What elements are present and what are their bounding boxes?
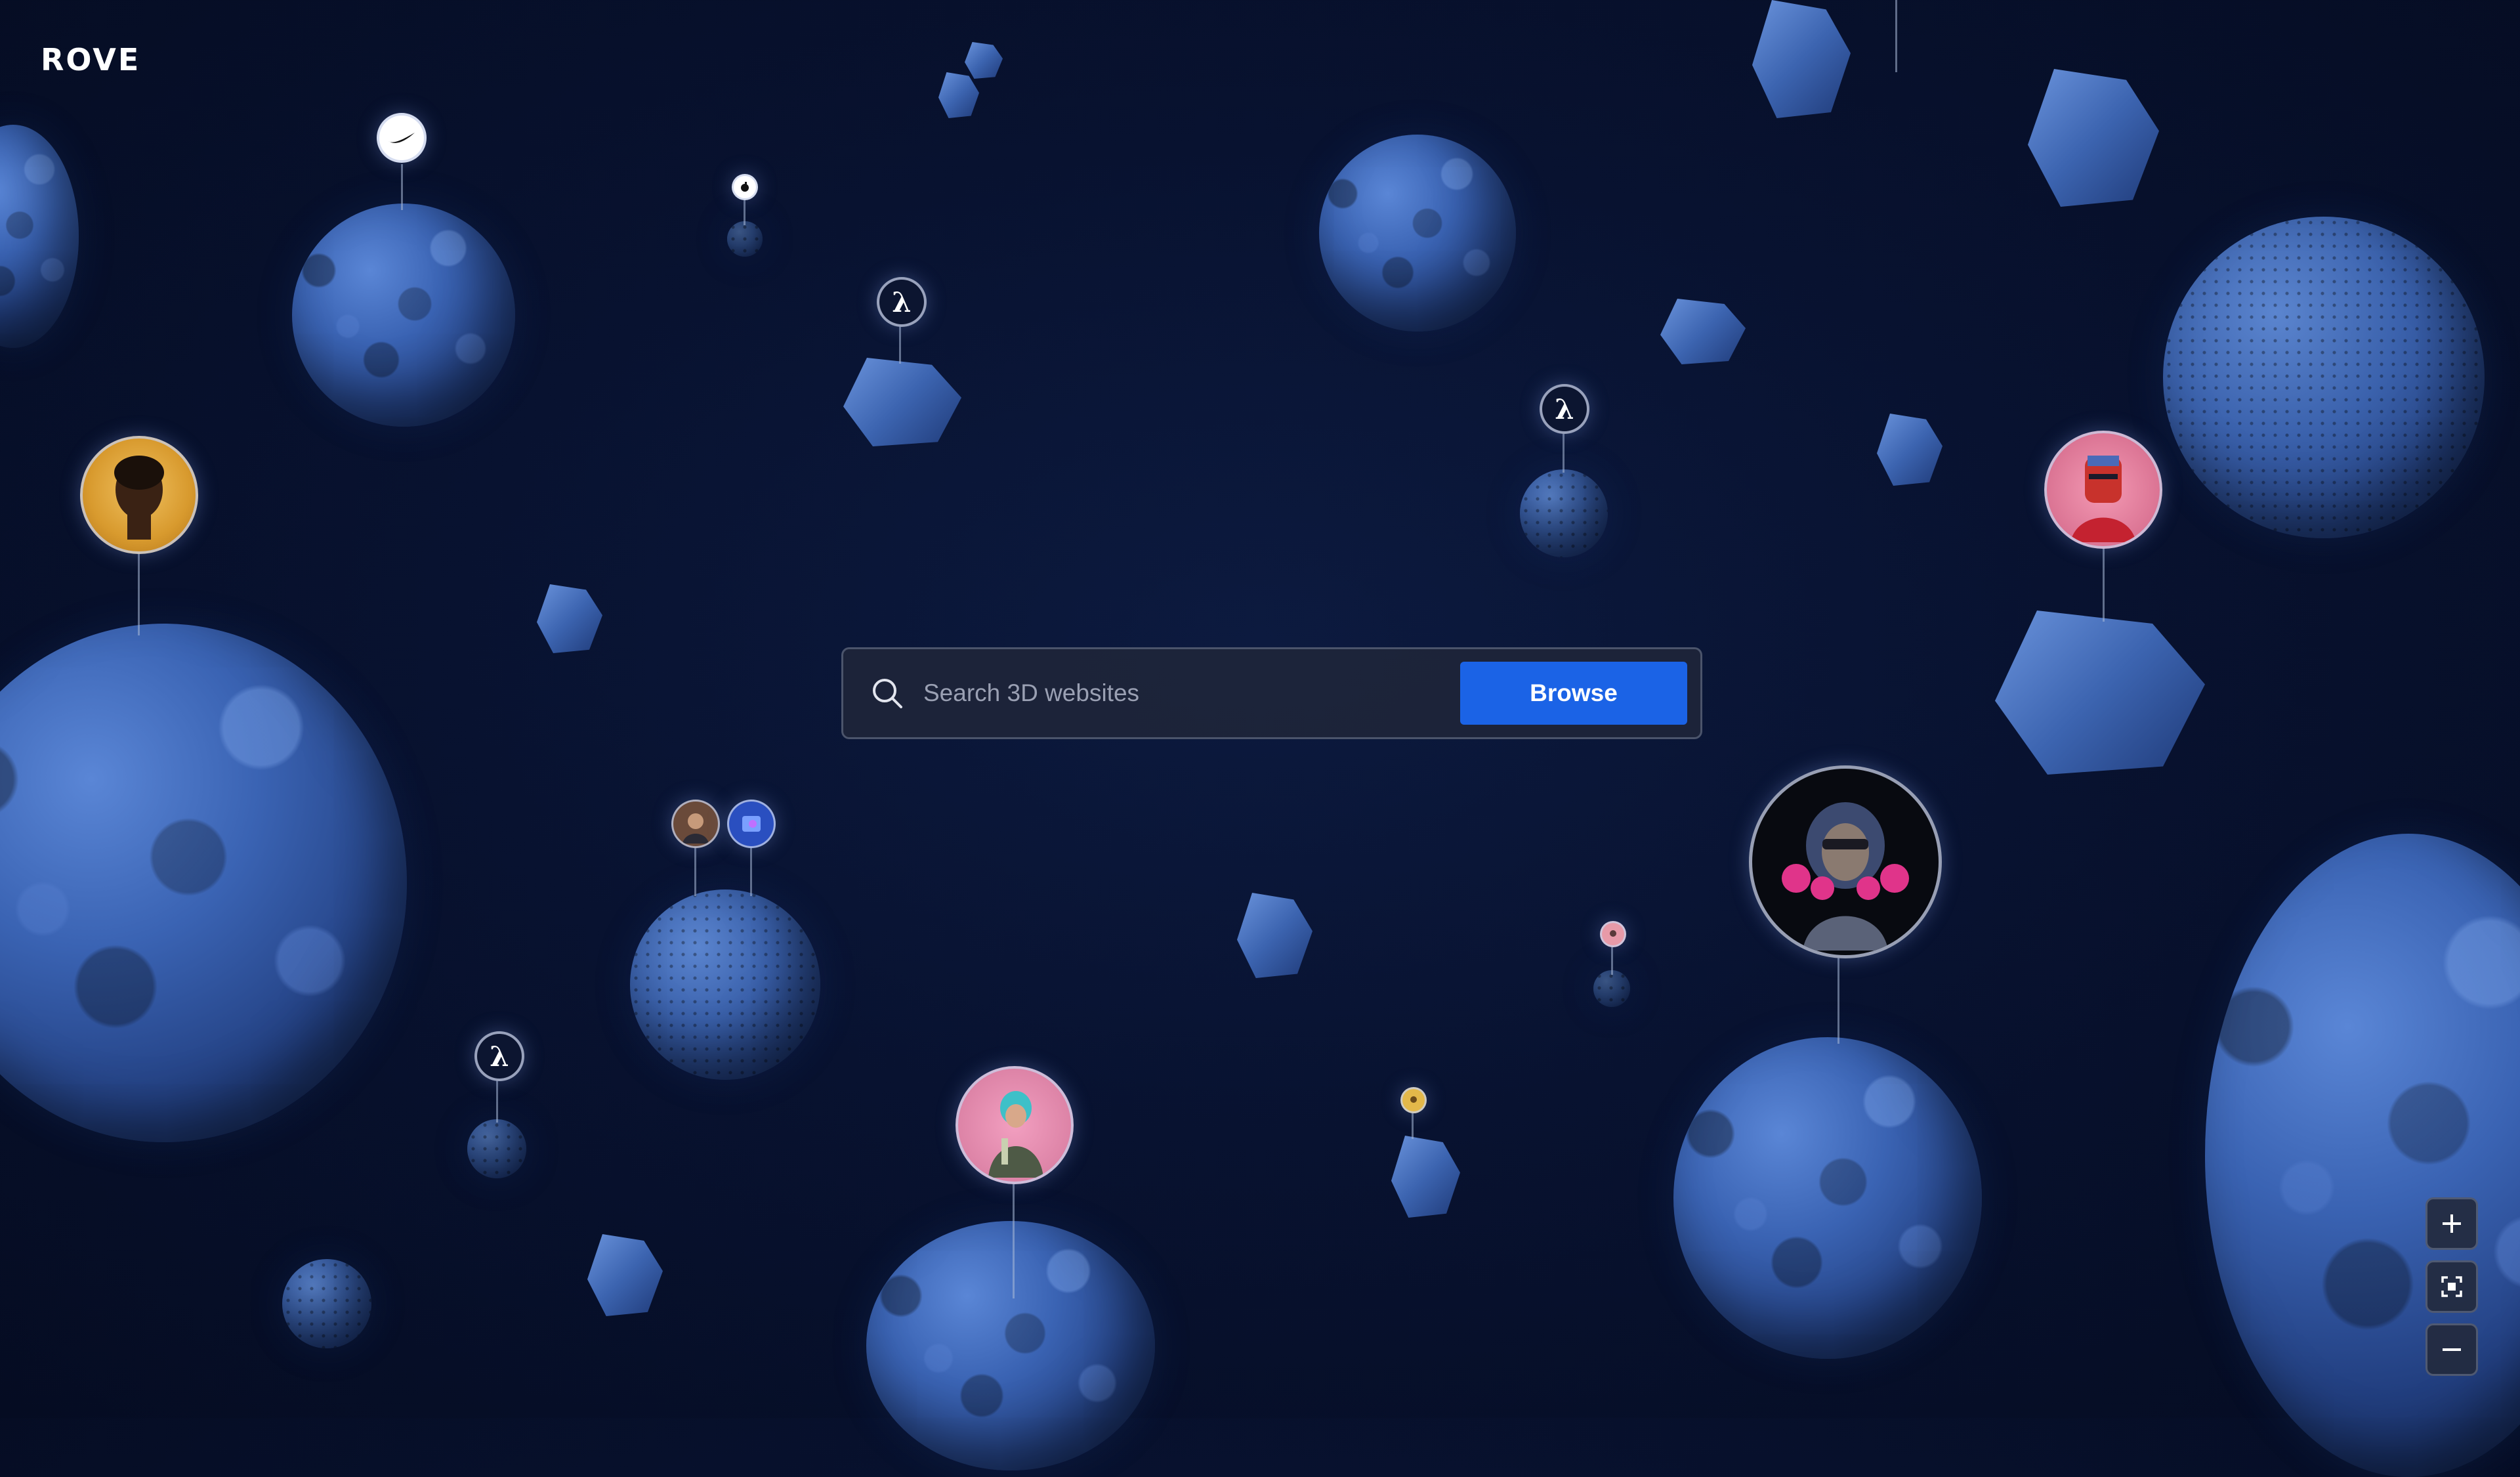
pin-blue-cube-avatar[interactable] xyxy=(727,800,776,848)
pin-line-tiny-pink xyxy=(1611,945,1613,975)
rock-left-small xyxy=(537,584,602,653)
search-icon xyxy=(870,675,905,711)
cluster-top-center xyxy=(1319,135,1516,332)
pin-line-blue-cube xyxy=(750,847,752,896)
rock-top-right-1 xyxy=(1752,0,1851,118)
recenter-button[interactable] xyxy=(2426,1260,2478,1313)
cluster-center-left[interactable] xyxy=(630,889,820,1080)
cluster-bottom-right-large[interactable] xyxy=(1673,1037,1982,1359)
cluster-apple[interactable] xyxy=(727,221,763,257)
pin-line-lambda-2 xyxy=(1563,430,1564,473)
pin-apple-avatar[interactable] xyxy=(732,174,758,200)
pin-line-tiny-yellow xyxy=(1412,1109,1414,1139)
cluster-left-edge xyxy=(0,125,79,348)
cube-icon xyxy=(742,816,761,832)
plus-icon xyxy=(2443,1214,2461,1233)
pin-lambda-3[interactable]: λ xyxy=(474,1031,524,1081)
hoodie-character-icon xyxy=(988,1091,1043,1178)
cluster-bottom-center[interactable] xyxy=(866,1221,1155,1470)
person-icon xyxy=(1610,930,1616,937)
woman-portrait-icon xyxy=(114,456,164,540)
cluster-lambda-bottom[interactable] xyxy=(467,1119,526,1178)
pin-line-lambda-1 xyxy=(899,324,901,364)
pin-woman-avatar[interactable] xyxy=(80,436,198,554)
pin-line-red-avatar xyxy=(2103,546,2105,622)
pin-line-top-edge xyxy=(1895,0,1897,72)
zoom-in-button[interactable] xyxy=(2426,1197,2478,1250)
cluster-large-left xyxy=(0,624,407,1142)
pin-line-apple xyxy=(744,199,746,225)
lambda-icon: λ xyxy=(1555,393,1574,425)
apple-icon xyxy=(741,182,749,192)
focus-icon xyxy=(2441,1276,2462,1297)
space-character-icon xyxy=(1782,802,1909,951)
lambda-icon: λ xyxy=(490,1040,509,1073)
rock-center-small xyxy=(1237,893,1312,978)
pin-lambda-1[interactable]: λ xyxy=(877,277,927,327)
pin-line-lambda-3 xyxy=(496,1077,498,1123)
browse-button[interactable]: Browse xyxy=(1460,662,1687,725)
cluster-pin-small[interactable] xyxy=(1593,970,1630,1007)
pin-line-nike xyxy=(401,164,403,210)
rock-top-1 xyxy=(938,72,979,118)
pin-small-man-avatar[interactable] xyxy=(671,800,720,848)
pin-red-avatar[interactable] xyxy=(2044,431,2162,549)
pin-tiny-yellow-avatar[interactable] xyxy=(1400,1087,1427,1113)
rock-bottom-small[interactable] xyxy=(1391,1136,1460,1218)
cluster-bottom-left-small xyxy=(282,1259,371,1348)
pin-nike-avatar[interactable] xyxy=(377,113,427,163)
zoom-out-button[interactable] xyxy=(2426,1323,2478,1376)
pin-lambda-2[interactable]: λ xyxy=(1540,384,1589,434)
rock-mid-right-2 xyxy=(1877,414,1942,486)
man-portrait-icon xyxy=(682,813,709,844)
nike-swoosh-icon xyxy=(388,133,415,143)
pin-line-small-man xyxy=(694,847,696,896)
minus-icon xyxy=(2443,1348,2461,1351)
rock-top-right-2 xyxy=(2028,69,2159,207)
rock-mid-right-1 xyxy=(1660,299,1746,364)
rove-logo[interactable]: ROVE xyxy=(41,42,140,77)
rock-avatar-red[interactable] xyxy=(1995,610,2205,775)
cluster-lambda-small[interactable] xyxy=(1520,469,1608,557)
pin-line-robot xyxy=(1838,955,1839,1044)
pin-tiny-pink-avatar[interactable] xyxy=(1600,921,1626,947)
lambda-icon: λ xyxy=(892,286,912,318)
rock-top-2 xyxy=(965,42,1003,79)
rock-bottom-left xyxy=(587,1234,663,1316)
pin-line-hoodie xyxy=(1013,1180,1015,1298)
search-input[interactable] xyxy=(922,649,1460,738)
person-icon xyxy=(1410,1096,1417,1103)
pin-line-woman xyxy=(138,550,140,635)
search-bar: Browse xyxy=(841,647,1702,739)
pin-hoodie-avatar[interactable] xyxy=(956,1066,1074,1184)
rock-lambda-1[interactable] xyxy=(843,358,961,446)
cluster-right-edge xyxy=(2205,834,2520,1477)
cluster-right-large xyxy=(2163,217,2485,538)
cluster-nike[interactable] xyxy=(292,203,515,427)
pin-robot-avatar[interactable] xyxy=(1749,765,1942,958)
red-character-icon xyxy=(2070,456,2136,542)
